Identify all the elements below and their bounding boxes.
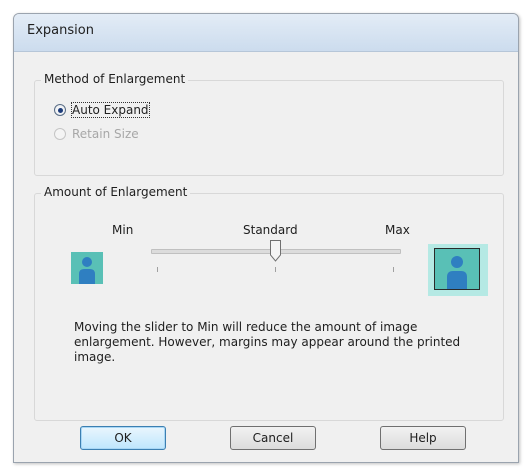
method-group-title: Method of Enlargement (41, 72, 189, 86)
title-bar[interactable]: Expansion (14, 14, 518, 52)
slider-min-label: Min (112, 223, 134, 237)
auto-expand-radio[interactable] (54, 104, 66, 116)
retain-size-label: Retain Size (72, 127, 139, 141)
retain-size-radio (54, 128, 66, 140)
person-icon (79, 257, 95, 284)
dialog-title: Expansion (27, 23, 94, 38)
enlargement-slider-thumb[interactable] (270, 240, 281, 262)
help-button[interactable]: Help (380, 426, 466, 450)
ok-button[interactable]: OK (80, 426, 166, 450)
slider-tick-standard (275, 267, 276, 272)
auto-expand-option[interactable]: Auto Expand (54, 102, 150, 118)
slider-tick-min (157, 267, 158, 272)
max-enlargement-image (434, 248, 480, 290)
retain-size-option: Retain Size (54, 126, 139, 142)
person-icon (447, 256, 467, 289)
cancel-button[interactable]: Cancel (230, 426, 316, 450)
auto-expand-label[interactable]: Auto Expand (71, 102, 150, 118)
enlargement-description: Moving the slider to Min will reduce the… (74, 320, 461, 364)
slider-tick-max (393, 267, 394, 272)
amount-group-title: Amount of Enlargement (41, 185, 191, 199)
slider-max-label: Max (385, 223, 410, 237)
slider-standard-label: Standard (243, 223, 298, 237)
min-enlargement-image (71, 252, 103, 284)
expansion-dialog: Expansion Method of Enlargement Auto Exp… (13, 13, 519, 463)
